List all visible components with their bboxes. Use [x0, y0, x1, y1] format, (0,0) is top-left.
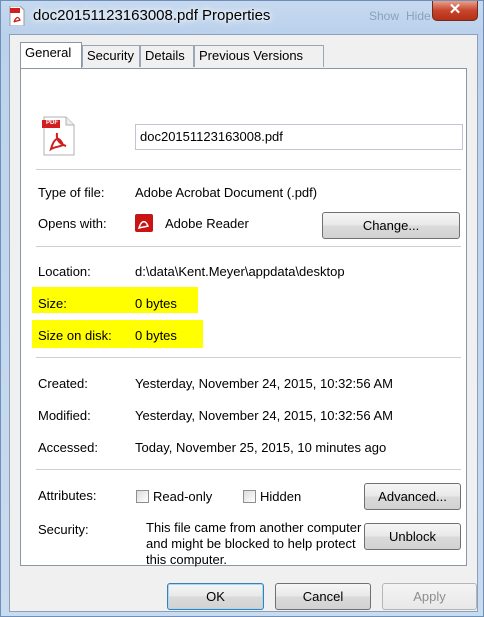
filename-input[interactable]: doc20151123163008.pdf [135, 124, 463, 150]
tab-label: Previous Versions [199, 48, 304, 63]
change-button[interactable]: Change... [322, 212, 460, 239]
title-bar[interactable]: doc20151123163008.pdf Properties Show Hi… [1, 1, 484, 31]
pdf-icon-label: PDF [46, 120, 58, 126]
modified-value: Yesterday, November 24, 2015, 10:32:56 A… [135, 408, 394, 423]
tab-details[interactable]: Details [140, 45, 194, 67]
adobe-reader-icon [135, 214, 153, 232]
tab-previous-versions[interactable]: Previous Versions [194, 45, 324, 67]
read-only-checkbox[interactable] [136, 490, 149, 503]
tab-label: Security [87, 48, 134, 63]
advanced-button[interactable]: Advanced... [364, 483, 461, 510]
hidden-label[interactable]: Hidden [260, 489, 301, 504]
tab-security[interactable]: Security [82, 45, 140, 67]
hidden-checkbox[interactable] [243, 490, 256, 503]
security-label: Security: [38, 522, 89, 537]
size-on-disk-label: Size on disk: [38, 328, 112, 343]
type-of-file-value: Adobe Acrobat Document (.pdf) [135, 185, 318, 200]
created-value: Yesterday, November 24, 2015, 10:32:56 A… [135, 376, 394, 391]
background-window-text: Show [369, 9, 400, 23]
background-window-text: Hide [406, 9, 431, 23]
ok-button[interactable]: OK [167, 583, 264, 610]
read-only-label[interactable]: Read-only [153, 489, 212, 504]
window-title: doc20151123163008.pdf Properties [33, 7, 271, 24]
modified-label: Modified: [38, 408, 91, 423]
size-label: Size: [38, 296, 67, 311]
tab-general[interactable]: General [20, 42, 82, 68]
type-of-file-label: Type of file: [38, 185, 105, 200]
cancel-button[interactable]: Cancel [275, 583, 371, 610]
unblock-button[interactable]: Unblock [364, 523, 461, 550]
size-on-disk-value: 0 bytes [135, 328, 177, 343]
tab-label: General [25, 45, 72, 60]
separator [36, 169, 461, 170]
close-button[interactable]: ✕ [432, 1, 478, 21]
accessed-label: Accessed: [38, 440, 98, 455]
opens-with-value: Adobe Reader [165, 216, 249, 231]
close-icon: ✕ [448, 1, 462, 18]
created-label: Created: [38, 376, 88, 391]
location-value: d:\data\Kent.Meyer\appdata\desktop [135, 264, 345, 279]
security-message: This file came from another computer and… [146, 520, 362, 567]
accessed-value: Today, November 25, 2015, 10 minutes ago [135, 440, 387, 455]
tab-label: Details [145, 48, 185, 63]
opens-with-label: Opens with: [38, 216, 107, 231]
pdf-document-icon [42, 116, 75, 156]
location-label: Location: [38, 264, 91, 279]
dialog-body: General Security Details Previous Versio… [9, 34, 478, 612]
separator [36, 246, 461, 247]
separator [36, 469, 461, 470]
apply-button[interactable]: Apply [382, 583, 477, 610]
pdf-file-icon [9, 6, 25, 26]
separator [36, 357, 461, 358]
size-value: 0 bytes [135, 296, 177, 311]
attributes-label: Attributes: [38, 488, 97, 503]
properties-window: doc20151123163008.pdf Properties Show Hi… [0, 0, 484, 617]
general-panel: PDF doc20151123163008.pdf Type of file: … [20, 68, 467, 567]
